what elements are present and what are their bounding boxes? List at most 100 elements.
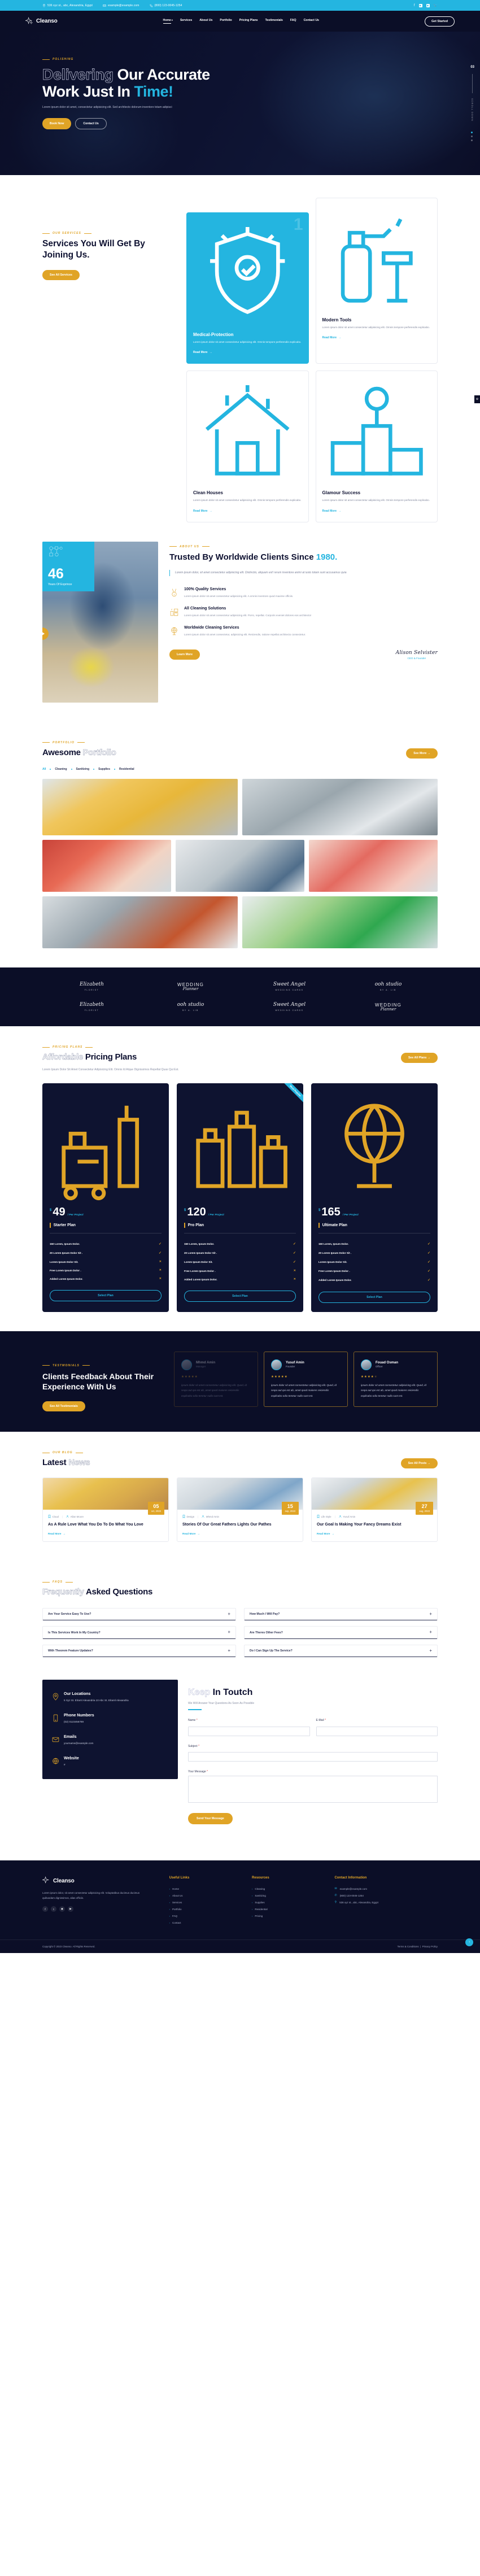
portfolio-item[interactable] xyxy=(242,778,438,835)
nav-item-portfolio[interactable]: Portfolio xyxy=(220,19,232,24)
portfolio-item[interactable] xyxy=(309,839,438,892)
portfolio-item[interactable] xyxy=(42,778,238,835)
hero-slider-dots[interactable] xyxy=(471,132,473,141)
see-all-services-button[interactable]: See All Services xyxy=(42,270,80,281)
faq-item[interactable]: Are Your Service Easy To Use? + xyxy=(42,1608,236,1621)
hero-dot-1[interactable] xyxy=(471,132,473,133)
portfolio-item[interactable] xyxy=(42,839,171,892)
footer-link[interactable]: › Home xyxy=(169,1885,243,1892)
footer-link[interactable]: › Sanitizing xyxy=(252,1892,325,1899)
twitter-icon[interactable]: t xyxy=(51,1906,56,1912)
terms-link[interactable]: Terms & Conditions xyxy=(398,1945,419,1948)
nav-item-services[interactable]: Services xyxy=(180,19,192,24)
select-plan-button[interactable]: Select Plan xyxy=(318,1291,430,1303)
topbar-phone[interactable]: (800) 123-0045-1254 xyxy=(150,4,182,7)
youtube-icon[interactable]: ▶ xyxy=(68,1906,73,1912)
portfolio-see-more-button[interactable]: See More → xyxy=(406,748,438,759)
plus-icon: + xyxy=(228,1611,230,1617)
hero-book-now-button[interactable]: Book Now xyxy=(42,117,72,129)
facebook-icon[interactable]: f xyxy=(414,4,415,7)
portfolio-item[interactable] xyxy=(242,896,438,948)
filter-all[interactable]: All xyxy=(42,768,46,771)
footer-link[interactable]: › Pricing xyxy=(252,1912,325,1919)
footer-link[interactable]: › FAQ xyxy=(169,1912,243,1919)
faq-item[interactable]: How Much I Will Pay? + xyxy=(244,1608,438,1621)
plan-feature: Lorem Ipsum Dolor Sit. ✓ xyxy=(318,1261,430,1265)
brand-logo: ooh studio BY A. LIB xyxy=(374,982,402,991)
about-learn-more-button[interactable]: Learn More xyxy=(169,650,200,660)
topbar-email[interactable]: example@example.com xyxy=(103,4,139,7)
filter-supplies[interactable]: Supplies xyxy=(98,768,110,771)
side-settings-tab[interactable]: ⚙ xyxy=(474,395,480,403)
service-read-more-link[interactable]: Read More → xyxy=(322,336,342,339)
privacy-link[interactable]: Privacy Policy xyxy=(422,1945,438,1948)
service-read-more-link[interactable]: Read More → xyxy=(193,509,212,513)
service-card-clean-houses[interactable]: Clean Houses Lorem ipsum dolor sit amet … xyxy=(186,371,309,522)
twitter-icon[interactable]: 🐦 xyxy=(434,4,438,7)
hero-contact-us-button[interactable]: Contact Us xyxy=(75,117,107,129)
filter-residential[interactable]: Residential xyxy=(119,768,134,771)
hero-dot-2[interactable] xyxy=(471,136,473,137)
blog-card[interactable]: 15 sep, 2023 Design | Mhmd Amin Stories O… xyxy=(177,1477,303,1542)
nav-item-pricing-plans[interactable]: Pricing Plans xyxy=(239,19,258,24)
footer-link[interactable]: › Portfolio xyxy=(169,1906,243,1912)
see-all-testimonials-button[interactable]: See All Testimonials xyxy=(42,1401,85,1412)
blog-read-more-link[interactable]: Read More → xyxy=(177,1528,303,1541)
see-all-plans-button[interactable]: See All Plans → xyxy=(400,1053,438,1063)
message-textarea[interactable] xyxy=(188,1776,438,1803)
get-started-button[interactable]: Get Started xyxy=(424,16,455,27)
arrow-right-icon: → xyxy=(427,751,430,755)
filter-cleaning[interactable]: Cleaning xyxy=(55,768,67,771)
hero-title: Delivering Our Accurate Work Just In Tim… xyxy=(42,66,210,101)
nav-item-home[interactable]: Home▾ xyxy=(163,19,173,24)
select-plan-button[interactable]: Select Plan xyxy=(184,1290,296,1302)
youtube-icon[interactable]: ▶ xyxy=(418,3,422,7)
faq-item[interactable]: Do I Can Sign Up The Service? + xyxy=(244,1644,438,1658)
nav-item-faq[interactable]: FAQ xyxy=(290,19,296,24)
nav-item-contact-us[interactable]: Contact Us xyxy=(304,19,319,24)
service-read-more-link[interactable]: Read More → xyxy=(193,351,212,354)
check-icon: ✓ xyxy=(427,1270,430,1274)
footer-contact-email[interactable]: ✉ example@example.com xyxy=(334,1885,438,1892)
select-plan-button[interactable]: Select Plan xyxy=(50,1289,162,1301)
portfolio-item[interactable] xyxy=(42,896,238,948)
service-card-medical-protection[interactable]: 1 Medical-Protection Lorem ipsum dolor s… xyxy=(186,212,309,364)
footer-link[interactable]: › Services xyxy=(169,1899,243,1906)
nav-item-about-us[interactable]: About Us xyxy=(199,19,212,24)
footer-link[interactable]: › Supplies xyxy=(252,1899,325,1906)
footer-link[interactable]: › Cleaning xyxy=(252,1885,325,1892)
footer-legal-links: Terms & Conditions | Privacy Policy xyxy=(397,1945,438,1949)
nav-item-testimonials[interactable]: Testimonials xyxy=(265,19,283,24)
arrow-right-icon: › xyxy=(169,1907,170,1911)
faq-item[interactable]: Is This Services Work In My Country? + xyxy=(42,1626,236,1639)
footer-logo[interactable]: Cleanso xyxy=(42,1876,160,1885)
instagram-icon[interactable]: ◉ xyxy=(59,1906,65,1912)
top-contact-bar: 536 xyz st., abc, Alexandria, Egypt exam… xyxy=(0,0,480,11)
service-read-more-link[interactable]: Read More → xyxy=(322,509,342,513)
blog-card[interactable]: 27 aug, 2023 Life Style | Yusuf Amin Our … xyxy=(311,1477,438,1542)
footer-link[interactable]: › About Us xyxy=(169,1892,243,1899)
blog-read-more-link[interactable]: Read More → xyxy=(43,1528,168,1541)
blog-card[interactable]: 05 oct, 2023 Cloud | Allan Moore As A Rul… xyxy=(42,1477,169,1542)
email-input[interactable] xyxy=(316,1726,438,1736)
blog-read-more-link[interactable]: Read More → xyxy=(312,1528,437,1541)
service-card-modern-tools[interactable]: Modern Tools Lorem ipsum dolor sit amet … xyxy=(315,198,438,364)
faq-item[interactable]: Are Theres Other Fees? + xyxy=(244,1626,438,1639)
hero-dot-3[interactable] xyxy=(471,140,473,141)
site-logo[interactable]: Cleanso xyxy=(25,16,58,26)
service-card-glamour-success[interactable]: Glamour Success Lorem ipsum dolor sit am… xyxy=(315,371,438,522)
instagram-icon[interactable]: ◉ xyxy=(426,3,430,7)
name-input[interactable] xyxy=(188,1726,310,1736)
faq-item[interactable]: With Theorem Feature Updates? + xyxy=(42,1644,236,1658)
portfolio-item[interactable] xyxy=(176,839,304,892)
filter-sanitizing[interactable]: Sanitizing xyxy=(76,768,90,771)
footer-link[interactable]: › Contact xyxy=(169,1919,243,1926)
send-message-button[interactable]: Send Your Message xyxy=(188,1813,233,1825)
subject-input[interactable] xyxy=(188,1752,438,1762)
facebook-icon[interactable]: f xyxy=(42,1906,48,1912)
brand-logo: Elizabeth FLORIST xyxy=(80,1002,104,1012)
footer-contact-phone[interactable]: ✆ (800) 123-0045-1254 xyxy=(334,1892,438,1899)
plan-feature: Added Lorem Ipsum Dolor. ✓ xyxy=(318,1279,430,1283)
see-all-posts-button[interactable]: See All Posts → xyxy=(400,1458,438,1469)
footer-link[interactable]: › Residential xyxy=(252,1906,325,1912)
